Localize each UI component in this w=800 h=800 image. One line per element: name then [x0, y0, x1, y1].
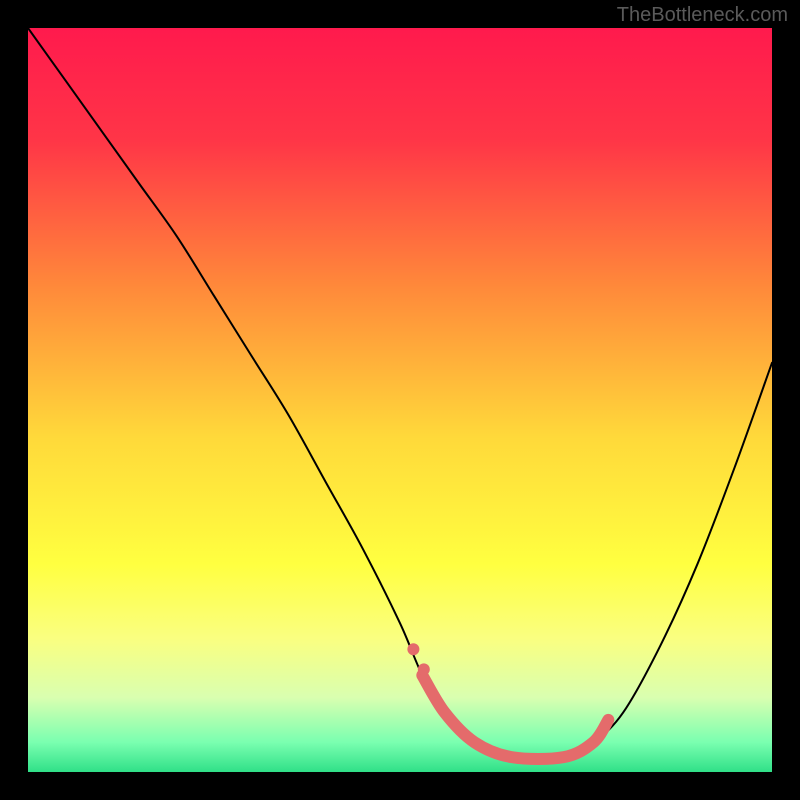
bottleneck-curve — [28, 28, 772, 759]
chart-plot-area — [28, 28, 772, 772]
watermark-text: TheBottleneck.com — [617, 4, 788, 27]
chart-curves — [28, 28, 772, 772]
highlight-segment — [407, 643, 608, 759]
